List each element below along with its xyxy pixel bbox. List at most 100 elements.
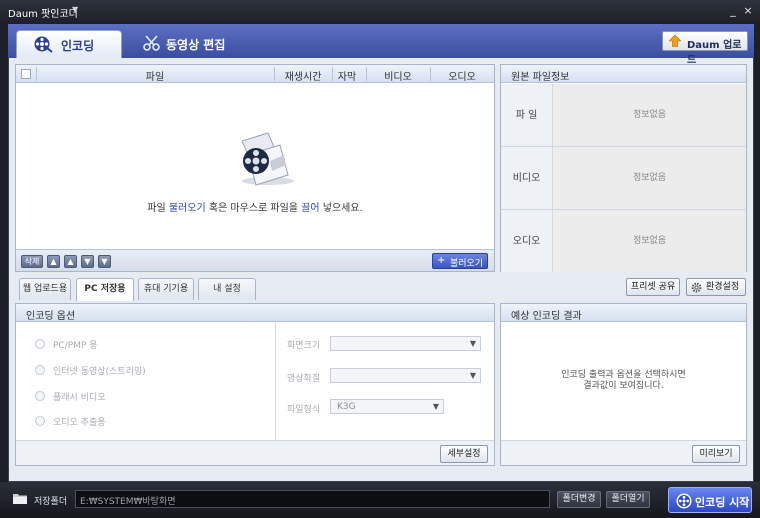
radio-streaming[interactable]	[35, 365, 45, 375]
file-format-label: 파일형식	[287, 405, 321, 415]
change-folder-button[interactable]: 폴더변경	[557, 491, 601, 508]
radio-streaming-label: 인터넷 동영상(스트리밍)	[53, 367, 146, 377]
settings-button[interactable]: 환경설정	[686, 278, 746, 296]
file-list-panel[interactable]: 파일 재생시간 자막 비디오 오디오 파일 불러오기 혹은 마우스로 파일을 끌…	[15, 64, 495, 272]
column-subtitle[interactable]: 자막	[332, 68, 362, 83]
film-reel-icon	[34, 36, 53, 53]
film-clapper-icon	[241, 132, 294, 186]
file-list-header: 파일 재생시간 자막 비디오 오디오	[16, 65, 494, 83]
tab-encoding-label: 인코딩	[61, 39, 95, 53]
expected-result-line: 결과값이 보여집니다.	[583, 381, 664, 391]
video-quality-select[interactable]: ▼	[330, 368, 481, 383]
source-info-header: 원본 파일정보	[501, 65, 746, 83]
chevron-down-icon: ▼	[432, 402, 439, 411]
expected-result-title: 예상 인코딩 결과	[511, 311, 582, 322]
encode-options-footer: 세부설정	[16, 440, 494, 465]
source-info-title: 원본 파일정보	[511, 72, 570, 83]
film-reel-icon	[676, 493, 692, 509]
info-row-video: 비디오 정보없음	[501, 147, 746, 210]
plus-icon: +	[437, 255, 446, 266]
tab-my-settings[interactable]: 내 설정	[198, 278, 256, 300]
daum-upload-label: Daum 업로드	[687, 40, 742, 66]
column-audio[interactable]: 오디오	[430, 68, 494, 83]
expected-result-header: 예상 인코딩 결과	[501, 304, 746, 322]
radio-audio-extract[interactable]	[35, 416, 45, 426]
info-key: 오디오	[501, 210, 553, 272]
expected-result-footer: 미리보기	[501, 440, 746, 465]
radio-pc-pmp[interactable]	[35, 339, 45, 349]
screen-size-select[interactable]: ▼	[330, 336, 481, 351]
tab-video-edit-label: 동영상 편집	[166, 38, 226, 52]
expected-result-panel: 예상 인코딩 결과 인코딩 출력과 옵션을 선택하시면 결과값이 보여집니다. …	[500, 303, 747, 466]
load-files-button[interactable]: + 불러오기	[432, 253, 488, 269]
info-row-audio: 오디오 정보없음	[501, 210, 746, 272]
drop-files-hint: 파일 불러오기 혹은 마우스로 파일을 끌어 넣으세요.	[16, 199, 494, 214]
info-row-file: 파 일 정보없음	[501, 84, 746, 147]
info-key: 파 일	[501, 84, 553, 146]
column-file[interactable]: 파일	[36, 68, 274, 83]
folder-icon	[13, 494, 27, 504]
settings-label: 환경설정	[706, 282, 740, 292]
select-all-checkbox[interactable]	[21, 69, 31, 79]
chevron-down-icon: ▼	[469, 339, 476, 348]
encode-options-panel: 인코딩 옵션 PC/PMP 용 인터넷 동영상(스트리밍) 플래시 비디오 오디…	[15, 303, 495, 466]
radio-pc-pmp-label: PC/PMP 용	[53, 341, 98, 351]
options-divider	[275, 322, 276, 442]
tab-mobile[interactable]: 휴대 기기용	[138, 278, 194, 300]
info-key: 비디오	[501, 147, 553, 209]
encode-options-header: 인코딩 옵션	[16, 304, 494, 322]
preview-button[interactable]: 미리보기	[692, 445, 740, 463]
title-bar: Daum 팟인코더 ▼ _ ×	[0, 0, 760, 24]
file-list-toolbar: 삭제 ▲ ▲ ▼ ▼ + 불러오기	[16, 249, 494, 271]
move-top-button[interactable]: ▲	[47, 255, 60, 268]
expected-result-message: 인코딩 출력과 옵션을 선택하시면 결과값이 보여집니다.	[501, 370, 746, 392]
gear-icon	[691, 282, 702, 293]
expected-result-line: 인코딩 출력과 옵션을 선택하시면	[561, 370, 686, 380]
title-dropdown-icon[interactable]: ▼	[72, 5, 78, 14]
open-folder-button[interactable]: 폴더열기	[606, 491, 650, 508]
save-folder-label: 저장폴더	[34, 497, 68, 507]
tab-encoding[interactable]: 인코딩	[16, 30, 122, 58]
delete-button[interactable]: 삭제	[21, 255, 43, 268]
drag-hint-word: 끌어	[301, 203, 320, 214]
start-encoding-button[interactable]: 인코딩 시작	[668, 487, 752, 513]
tab-video-edit[interactable]: 동영상 편집	[126, 30, 236, 58]
encode-options-title: 인코딩 옵션	[26, 311, 76, 322]
radio-flash-video[interactable]	[35, 391, 45, 401]
start-encoding-label: 인코딩 시작	[695, 496, 750, 509]
bottom-bar: 저장폴더 E:₩SYSTEM₩바탕화면 폴더변경 폴더열기 인코딩 시작	[0, 482, 760, 518]
load-files-link[interactable]: 불러오기	[169, 203, 206, 214]
detail-settings-button[interactable]: 세부설정	[440, 445, 488, 463]
info-value: 정보없음	[553, 84, 746, 146]
move-down-button[interactable]: ▼	[81, 255, 94, 268]
daum-upload-button[interactable]: Daum 업로드	[662, 31, 748, 66]
scissors-icon	[143, 35, 160, 51]
load-files-label: 불러오기	[450, 259, 484, 269]
drop-hint-part: 혹은 마우스로 파일을	[205, 203, 302, 214]
video-quality-label: 영상화질	[287, 374, 321, 384]
column-video[interactable]: 비디오	[366, 68, 430, 83]
upload-arrow-icon	[669, 35, 681, 47]
radio-flash-video-label: 플래시 비디오	[53, 393, 106, 403]
close-button[interactable]: ×	[741, 4, 755, 18]
preset-share-button[interactable]: 프리셋 공유	[626, 278, 680, 296]
file-format-select[interactable]: K3G ▼	[330, 399, 444, 414]
app-title: Daum 팟인코더	[8, 9, 78, 20]
column-duration[interactable]: 재생시간	[274, 68, 332, 83]
drop-hint-part: 파일	[147, 203, 169, 214]
move-bottom-button[interactable]: ▼	[98, 255, 111, 268]
tab-web-upload[interactable]: 웹 업로드용	[19, 278, 71, 300]
drop-hint-part: 넣으세요.	[319, 203, 363, 214]
screen-size-label: 화면크기	[287, 341, 321, 351]
radio-audio-extract-label: 오디오 추출용	[53, 418, 106, 428]
main-tab-bar: 인코딩 동영상 편집	[8, 24, 754, 58]
file-format-value: K3G	[337, 402, 356, 412]
chevron-down-icon: ▼	[469, 371, 476, 380]
tab-pc-save[interactable]: PC 저장용	[76, 278, 134, 301]
info-value: 정보없음	[553, 147, 746, 209]
source-info-panel: 원본 파일정보 파 일 정보없음 비디오 정보없음 오디오 정보없음	[500, 64, 747, 272]
save-folder-path-field[interactable]: E:₩SYSTEM₩바탕화면	[75, 490, 550, 508]
info-value: 정보없음	[553, 210, 746, 272]
minimize-button[interactable]: _	[726, 4, 740, 18]
move-up-button[interactable]: ▲	[64, 255, 77, 268]
